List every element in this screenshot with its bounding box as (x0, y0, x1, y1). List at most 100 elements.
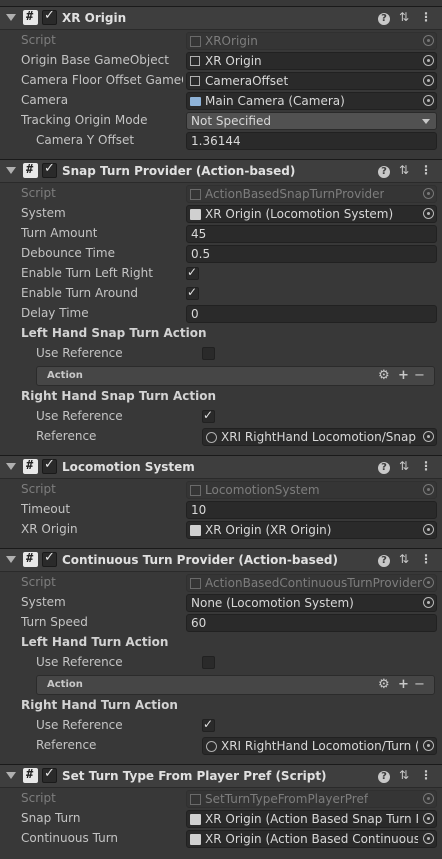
script-field: ActionBasedContinuousTurnProvider (186, 574, 437, 592)
reference-label: Reference (36, 429, 97, 443)
use-reference-label: Use Reference (36, 718, 123, 732)
object-picker-icon[interactable] (423, 813, 434, 824)
section-heading: Left Hand Turn Action (21, 635, 169, 649)
preset-icon[interactable]: ⇅ (396, 10, 412, 26)
turn-amount-label: Turn Amount (21, 226, 98, 240)
component-enabled-checkbox[interactable] (42, 550, 57, 567)
reference-field[interactable]: XRI RightHand Locomotion/Snap Tu (202, 428, 437, 446)
use-reference-checkbox[interactable] (202, 347, 215, 360)
component-enabled-checkbox[interactable] (42, 766, 57, 783)
context-menu-icon[interactable]: ⋮ (418, 552, 434, 568)
context-menu-icon[interactable]: ⋮ (418, 768, 434, 784)
remove-icon[interactable]: − (414, 677, 425, 692)
context-menu-icon[interactable]: ⋮ (418, 163, 434, 179)
object-picker-icon[interactable] (423, 55, 434, 66)
snap-turn-row: Snap Turn XR Origin (Action Based Snap T… (0, 809, 442, 829)
xr-origin-label: XR Origin (21, 522, 78, 536)
enable-left-right-checkbox[interactable] (186, 265, 199, 280)
enable-left-right-label: Enable Turn Left Right (21, 266, 153, 280)
camera-floor-field[interactable]: CameraOffset (186, 72, 437, 90)
use-reference-checkbox[interactable] (202, 408, 215, 423)
script-label: Script (21, 33, 56, 47)
help-icon[interactable]: ? (376, 552, 392, 568)
continuous-turn-header[interactable]: Continuous Turn Provider (Action-based) … (0, 548, 442, 572)
tracking-mode-dropdown[interactable]: Not Specified (186, 112, 437, 130)
section-heading: Left Hand Snap Turn Action (21, 326, 207, 340)
script-component-icon (190, 834, 201, 845)
delay-time-label: Delay Time (21, 306, 89, 320)
help-icon[interactable]: ? (376, 768, 392, 784)
use-reference-checkbox[interactable] (202, 717, 215, 732)
chevron-down-icon (422, 119, 430, 124)
delay-time-field[interactable]: 0 (186, 305, 437, 323)
component-enabled-checkbox[interactable] (42, 457, 57, 474)
use-reference-checkbox[interactable] (202, 656, 215, 669)
preset-icon[interactable]: ⇅ (396, 768, 412, 784)
script-file-icon (190, 794, 201, 805)
help-icon[interactable]: ? (376, 10, 392, 26)
locomotion-header[interactable]: Locomotion System ? ⇅ ⋮ (0, 455, 442, 479)
object-picker-icon[interactable] (423, 208, 434, 219)
turn-speed-field[interactable]: 60 (186, 614, 437, 632)
action-label: Action (47, 370, 83, 381)
xr-origin-header[interactable]: XR Origin ? ⇅ ⋮ (0, 6, 442, 30)
component-title: Locomotion System (62, 460, 195, 474)
snap-turn-field[interactable]: XR Origin (Action Based Snap Turn Pro (186, 810, 437, 828)
camera-y-field[interactable]: 1.36144 (186, 132, 437, 150)
preset-icon[interactable]: ⇅ (396, 552, 412, 568)
gear-icon[interactable]: ⚙ (378, 677, 390, 692)
object-picker-icon[interactable] (423, 740, 434, 751)
gear-icon[interactable]: ⚙ (378, 368, 390, 383)
left-use-reference-row: Use Reference (0, 653, 442, 673)
reference-field[interactable]: XRI RightHand Locomotion/Turn (Inp (202, 737, 437, 755)
origin-base-label: Origin Base GameObject (21, 53, 169, 67)
object-picker-icon[interactable] (423, 95, 434, 106)
script-file-icon (190, 485, 201, 496)
set-turn-type-header[interactable]: Set Turn Type From Player Pref (Script) … (0, 764, 442, 788)
snap-turn-header[interactable]: Snap Turn Provider (Action-based) ? ⇅ ⋮ (0, 159, 442, 183)
foldout-arrow-icon[interactable] (6, 167, 16, 174)
xr-origin-field[interactable]: XR Origin (XR Origin) (186, 521, 437, 539)
script-icon (23, 767, 38, 783)
debounce-field[interactable]: 0.5 (186, 245, 437, 263)
add-icon[interactable]: + (398, 368, 409, 383)
object-picker-icon[interactable] (423, 597, 434, 608)
component-enabled-checkbox[interactable] (42, 161, 57, 178)
foldout-arrow-icon[interactable] (6, 463, 16, 470)
origin-base-field[interactable]: XR Origin (186, 52, 437, 70)
system-field[interactable]: None (Locomotion System) (186, 594, 437, 612)
header-icons: ? ⇅ ⋮ (376, 552, 436, 568)
continuous-turn-label: Continuous Turn (21, 831, 119, 845)
enable-around-checkbox[interactable] (186, 285, 199, 300)
script-label: Script (21, 186, 56, 200)
object-picker-icon[interactable] (423, 75, 434, 86)
delay-time-row: Delay Time 0 (0, 304, 442, 324)
help-icon[interactable]: ? (376, 163, 392, 179)
component-enabled-checkbox[interactable] (42, 8, 57, 25)
turn-amount-field[interactable]: 45 (186, 225, 437, 243)
remove-icon[interactable]: − (414, 368, 425, 383)
timeout-field[interactable]: 10 (186, 501, 437, 519)
preset-icon[interactable]: ⇅ (396, 163, 412, 179)
left-hand-section: Left Hand Turn Action (0, 633, 442, 653)
preset-icon[interactable]: ⇅ (396, 459, 412, 475)
header-icons: ? ⇅ ⋮ (376, 163, 436, 179)
add-icon[interactable]: + (398, 677, 409, 692)
foldout-arrow-icon[interactable] (6, 14, 16, 21)
system-label: System (21, 595, 66, 609)
context-menu-icon[interactable]: ⋮ (418, 10, 434, 26)
system-field[interactable]: XR Origin (Locomotion System) (186, 205, 437, 223)
object-picker-icon[interactable] (423, 431, 434, 442)
continuous-turn-row: Continuous Turn XR Origin (Action Based … (0, 829, 442, 849)
object-picker-icon[interactable] (423, 833, 434, 844)
context-menu-icon[interactable]: ⋮ (418, 459, 434, 475)
camera-field[interactable]: Main Camera (Camera) (186, 92, 437, 110)
continuous-turn-field[interactable]: XR Origin (Action Based Continuous Tu (186, 830, 437, 848)
foldout-arrow-icon[interactable] (6, 772, 16, 779)
input-action-reference-icon (206, 432, 217, 443)
right-reference-row: Reference XRI RightHand Locomotion/Snap … (0, 427, 442, 447)
help-icon[interactable]: ? (376, 459, 392, 475)
foldout-arrow-icon[interactable] (6, 556, 16, 563)
object-picker-icon[interactable] (423, 524, 434, 535)
script-icon (23, 9, 38, 25)
